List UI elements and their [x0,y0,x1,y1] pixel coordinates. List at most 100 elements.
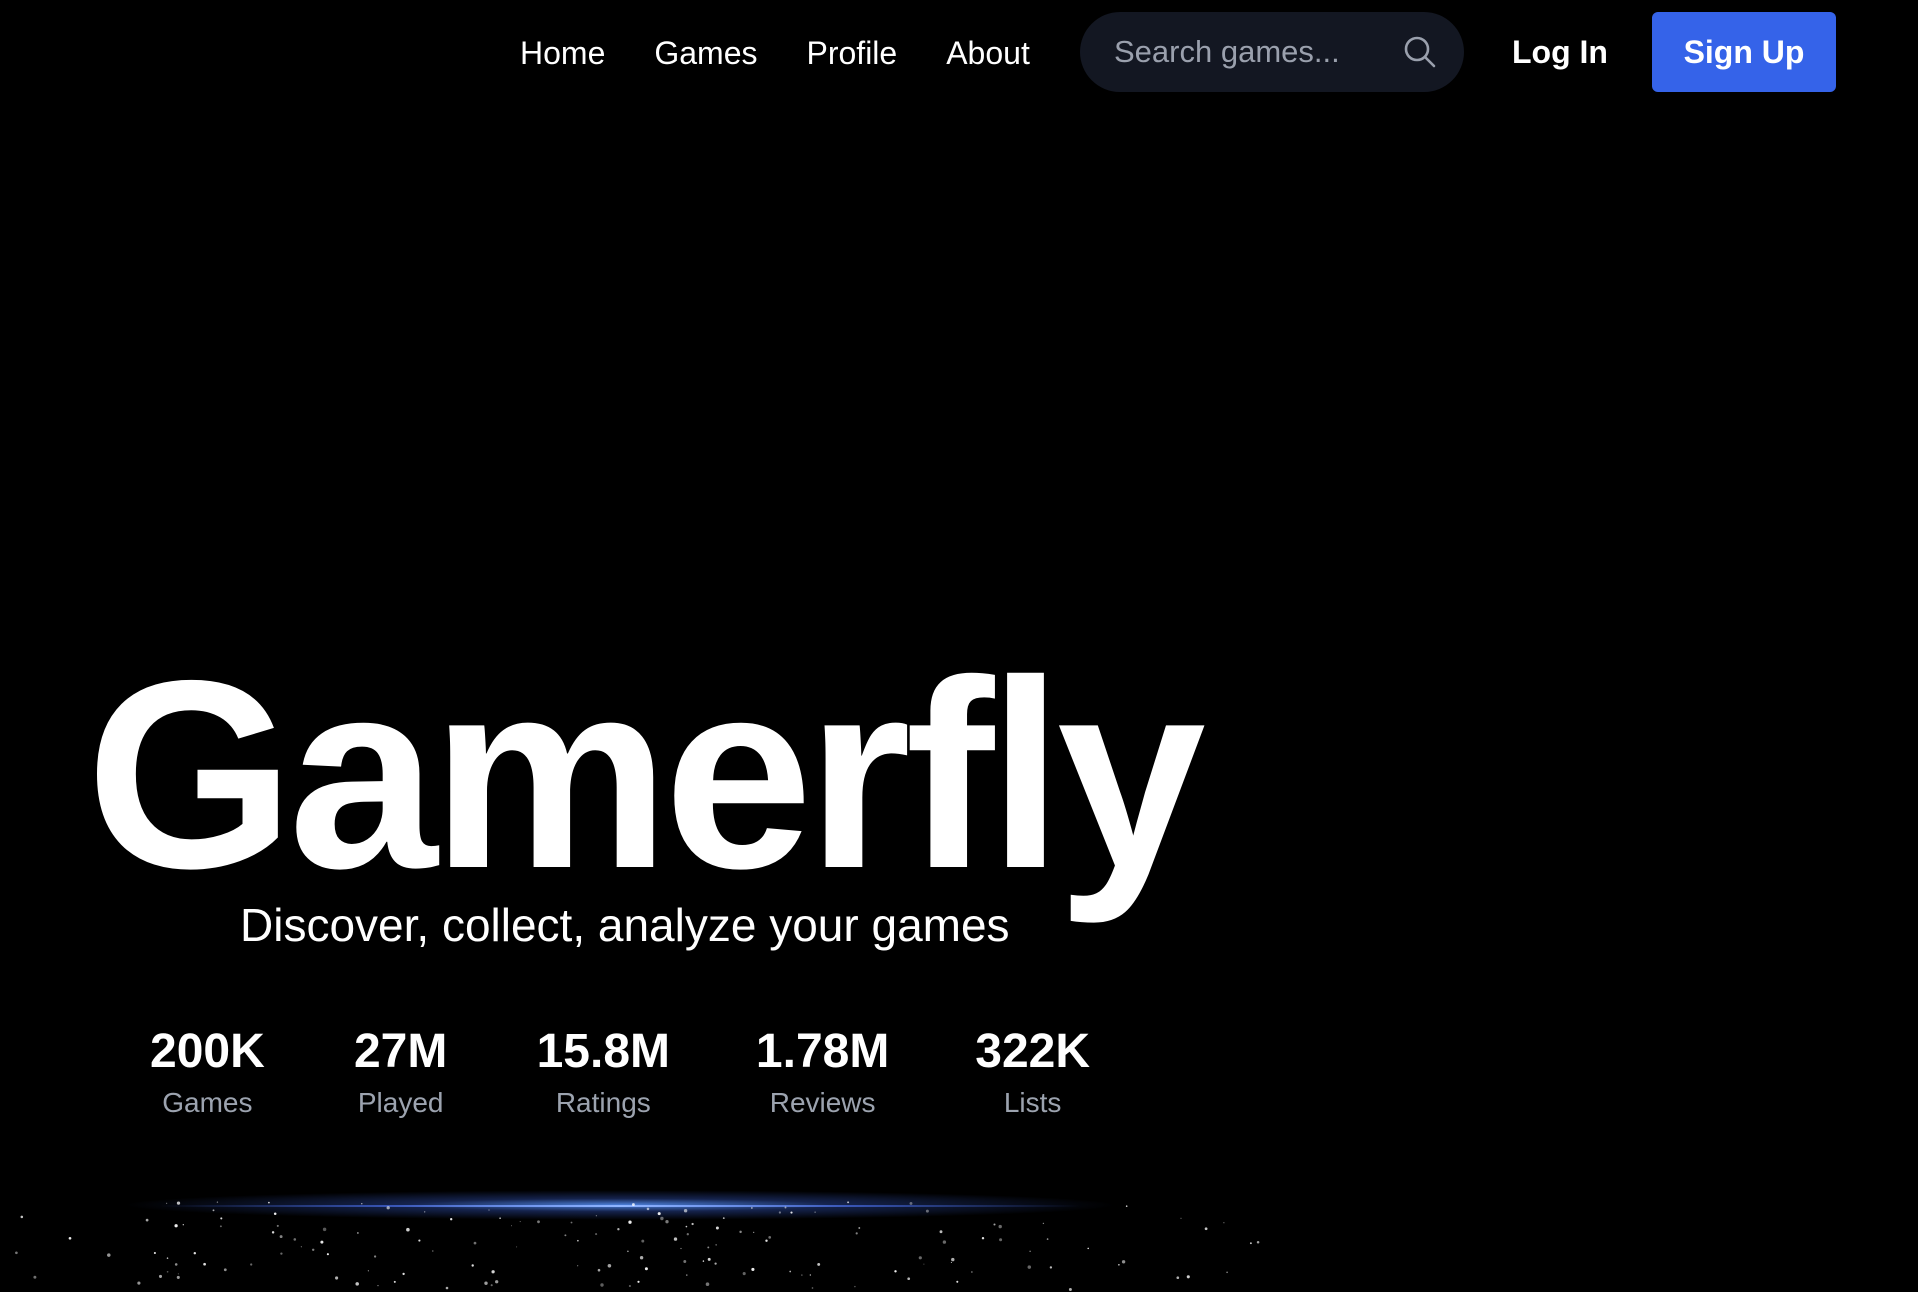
star-particle [495,1280,499,1284]
star-particle [33,1275,37,1279]
star-particle [280,1252,283,1255]
star-particle [765,1239,768,1242]
star-particle [473,1241,477,1245]
stat-label: Ratings [555,1087,651,1119]
star-particle [577,1265,579,1267]
stat-label: Played [357,1087,444,1119]
star-particle [373,1255,377,1258]
star-particle [999,1238,1003,1242]
star-particle [488,1209,490,1211]
login-button[interactable]: Log In [1496,24,1624,80]
star-particle [176,1275,180,1279]
star-particle [107,1253,111,1257]
star-particle [1118,1263,1120,1266]
star-particle [357,1232,359,1234]
stat-reviews: 1.78M Reviews [756,1024,889,1119]
star-particle [484,1281,488,1285]
star-particle [153,1251,156,1255]
star-particle [751,1267,755,1271]
star-particle [1042,1222,1045,1225]
star-particle [300,1246,302,1248]
nav-link-home[interactable]: Home [520,35,605,72]
search-icon[interactable] [1402,34,1438,70]
star-particle [145,1218,149,1222]
star-particle [742,1272,746,1276]
star-particle [1223,1222,1225,1224]
star-particle [644,1267,648,1271]
star-particle [499,1217,501,1219]
star-particle [950,1261,952,1263]
star-particle [801,1274,803,1276]
star-particle [174,1224,178,1228]
stat-value: 200K [150,1025,265,1078]
star-particle [418,1239,421,1242]
star-particle [276,1224,279,1227]
star-particle [686,1233,689,1236]
nav-link-games[interactable]: Games [654,35,757,72]
stat-label: Reviews [769,1087,876,1119]
star-particle [784,1206,787,1209]
star-particle [193,1251,197,1255]
star-particle [702,1260,705,1262]
star-particle [166,1202,168,1204]
star-particle [715,1244,717,1246]
search-input[interactable] [1112,33,1402,71]
star-particle [705,1282,710,1286]
star-particle [617,1228,620,1231]
star-particle [1180,1217,1182,1219]
star-particle [858,1227,861,1229]
star-field [15,1201,1260,1291]
star-particle [1068,1288,1072,1291]
star-particle [925,1209,929,1213]
star-particle [182,1224,184,1226]
star-particle [1176,1276,1180,1280]
star-particle [753,1231,755,1234]
nav-link-profile[interactable]: Profile [807,35,898,72]
star-particle [393,1280,396,1283]
star-particle [577,1239,579,1242]
star-particle [683,1260,687,1263]
star-particle [637,1280,640,1283]
star-particle [1046,1238,1049,1240]
star-particle [714,1262,717,1265]
star-particle [15,1251,18,1255]
signup-button[interactable]: Sign Up [1652,12,1836,92]
star-particle [951,1257,955,1262]
star-particle [1087,1247,1089,1250]
star-particle [683,1209,688,1213]
star-particle [680,1247,682,1250]
star-particle [511,1225,512,1227]
star-particle [519,1221,521,1223]
star-particle [293,1238,297,1241]
star-particle [854,1285,856,1288]
landing-page: Home Games Profile About Log In Sign Up … [0,0,1918,1292]
star-particle [1226,1271,1228,1274]
nav-link-about[interactable]: About [946,35,1030,72]
stats-row: 200K Games 27M Played 15.8M Ratings 1.78… [150,1024,1090,1119]
star-particle [1125,1205,1128,1207]
main-nav: Home Games Profile About [520,28,1030,78]
star-particle [907,1277,911,1281]
stat-label: Games [162,1087,253,1119]
star-particle [1186,1275,1190,1279]
star-particle [20,1215,24,1219]
stat-games: 200K Games [150,1024,265,1119]
star-particle [174,1263,178,1266]
star-particle [595,1215,598,1217]
star-particle [814,1211,816,1213]
star-particle [817,1262,821,1266]
star-particle [942,1240,947,1244]
star-particle [335,1276,339,1280]
star-particle [909,1201,913,1205]
star-particle [981,1236,985,1240]
star-particle [166,1270,169,1273]
star-particle [790,1211,793,1214]
star-particle [1249,1242,1252,1245]
star-particle [203,1262,206,1266]
star-particle [219,1225,222,1228]
star-particle [993,1223,996,1226]
star-particle [1029,1250,1031,1252]
star-particle [739,1230,742,1234]
star-particle [607,1264,612,1268]
star-particle [691,1222,694,1226]
